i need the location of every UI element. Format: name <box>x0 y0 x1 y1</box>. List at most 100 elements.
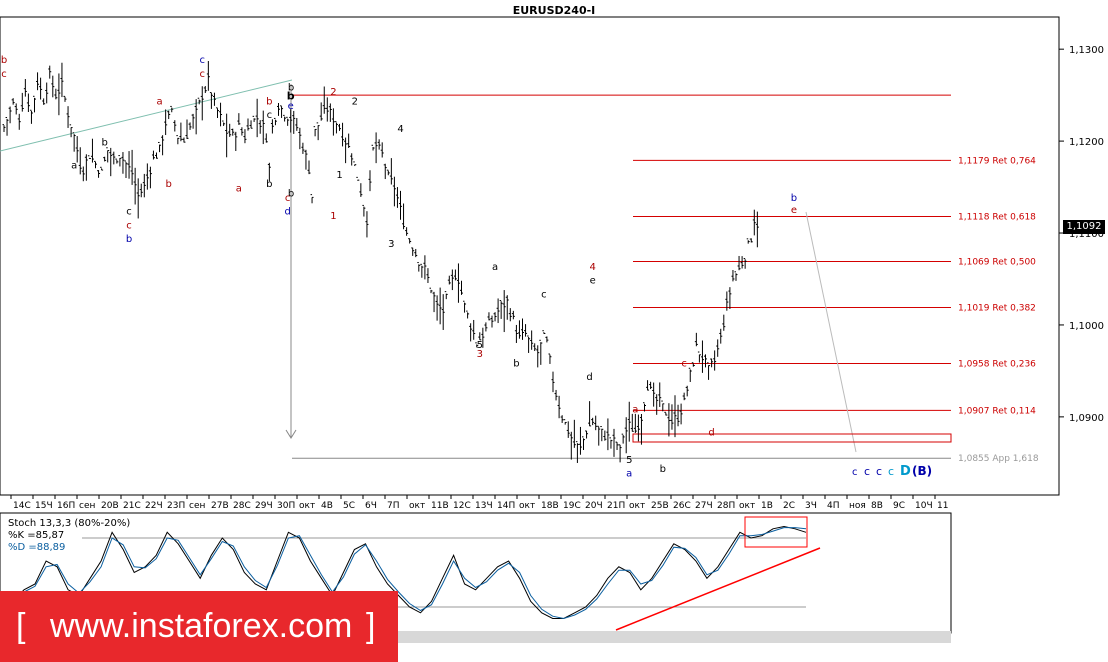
target-wave-label: c <box>864 465 870 478</box>
wave-label: e <box>791 205 797 216</box>
wave-label: b <box>1 55 7 66</box>
fib-level-label: 1,0907 Ret 0,114 <box>958 406 1036 416</box>
time-tick-label: 27В <box>211 501 229 511</box>
time-tick-label: 6Ч <box>365 501 377 511</box>
wave-label: b <box>166 179 172 190</box>
time-tick-label: 4П <box>827 501 840 511</box>
time-tick-label: 11 <box>937 501 948 511</box>
wave-label: b <box>266 96 272 107</box>
time-tick-label: 25В <box>651 501 669 511</box>
time-tick-label: 18В <box>541 501 559 511</box>
wave-label: 1 <box>336 170 342 181</box>
wave-label: 4 <box>589 262 595 273</box>
target-wave-label: c <box>852 467 858 478</box>
time-tick-label: 28П <box>717 501 735 511</box>
wave-label: d <box>708 427 714 438</box>
wave-label: e <box>288 101 294 112</box>
chart-title: EURUSD240-I <box>513 4 596 17</box>
wave-label: a <box>236 184 242 195</box>
price-tick-label: 1,1300 <box>1069 45 1104 56</box>
target-wave-label: D <box>900 464 911 479</box>
price-tick-label: 1,1000 <box>1069 321 1104 332</box>
time-tick-label: 8В <box>871 501 883 511</box>
fib-level-label: 1,1118 Ret 0,618 <box>958 212 1036 222</box>
wave-label: 3 <box>477 349 483 360</box>
target-wave-label: (B) <box>912 464 932 478</box>
time-tick-label: 11В <box>431 501 449 511</box>
time-tick-label: 3Ч <box>805 501 817 511</box>
wave-label: b <box>101 138 107 149</box>
wave-label: 3 <box>388 239 394 250</box>
fib-level-label: 1,1069 Ret 0,500 <box>958 258 1036 268</box>
time-tick-label: 21С <box>123 501 141 511</box>
wave-label: c <box>1 69 7 80</box>
wave-label: b <box>791 193 797 204</box>
time-tick-label: 10Ч <box>915 501 933 511</box>
wave-label: d <box>284 207 290 218</box>
wave-label: c <box>681 358 687 369</box>
time-tick-label: 4В <box>321 501 333 511</box>
time-tick-label: 26С <box>673 501 691 511</box>
banner-right-bracket: ] <box>366 607 376 645</box>
wave-label: c <box>126 220 132 231</box>
wave-label: c <box>267 110 273 121</box>
price-tick-label: 1,0900 <box>1069 413 1104 424</box>
price-tick-label: 1,1200 <box>1069 137 1104 148</box>
time-tick-label: окт <box>299 501 315 511</box>
fib-level-label: 1,0958 Ret 0,236 <box>958 360 1036 370</box>
time-tick-label: 20Ч <box>585 501 603 511</box>
wave-label: c <box>541 289 547 300</box>
wave-label: a <box>632 404 638 415</box>
wave-label: c <box>200 55 206 66</box>
chart-canvas: EURUSD240-I 1,1179 Ret 0,764 1,1118 Ret 0… <box>0 0 1108 662</box>
time-tick-label: 15Ч <box>35 501 53 511</box>
time-tick-label: 22Ч <box>145 501 163 511</box>
current-price-label: 1,1092 <box>1063 220 1105 234</box>
target-wave-label: c <box>888 465 894 478</box>
time-tick-label: 13Ч <box>475 501 493 511</box>
time-tick-label: 5С <box>343 501 355 511</box>
time-tick-label: окт <box>739 501 755 511</box>
wave-label: 4 <box>397 124 403 135</box>
time-tick-label: 7П <box>387 501 400 511</box>
time-tick-label: 27Ч <box>695 501 713 511</box>
time-tick-label: 9С <box>893 501 905 511</box>
time-tick-label: ноя <box>849 501 866 511</box>
fib-level-label: 1,0855 App 1,618 <box>958 454 1039 464</box>
wave-label: a <box>156 96 162 107</box>
wave-label: 2 <box>330 87 336 98</box>
time-tick-label: 12С <box>453 501 471 511</box>
time-tick-label: 1В <box>761 501 773 511</box>
time-tick-label: 21П <box>607 501 625 511</box>
stoch-d-value: %D =88,89 <box>8 542 65 553</box>
stoch-title: Stoch 13,3,3 (80%-20%) <box>8 518 130 529</box>
time-tick-label: окт <box>629 501 645 511</box>
target-wave-label: c <box>876 465 882 478</box>
time-tick-label: 29Ч <box>255 501 273 511</box>
time-tick-label: 28С <box>233 501 251 511</box>
wave-label: c <box>126 207 132 218</box>
time-tick-label: 19С <box>563 501 581 511</box>
wave-label: 5 <box>626 455 632 466</box>
wave-label: c <box>200 69 206 80</box>
fib-level-label: 1,1179 Ret 0,764 <box>958 156 1036 166</box>
fib-level-label: 1,1019 Ret 0,382 <box>958 303 1036 313</box>
time-tick-label: 2С <box>783 501 795 511</box>
time-tick-label: 14C <box>13 501 31 511</box>
wave-label: b <box>266 179 272 190</box>
time-tick-label: 30П <box>277 501 295 511</box>
time-tick-label: сен <box>79 501 95 511</box>
wave-label: a <box>71 161 77 172</box>
wave-label: e <box>590 276 596 287</box>
wave-label: 1 <box>330 211 336 222</box>
instaforex-banner[interactable]: [ www.instaforex.com ] <box>0 591 398 662</box>
wave-label: d <box>586 372 592 383</box>
chart-background <box>0 0 1108 662</box>
wave-label: c <box>285 193 291 204</box>
wave-label: b <box>660 464 666 475</box>
stoch-bottom-strip <box>398 631 951 643</box>
wave-label: a <box>626 469 632 480</box>
banner-url[interactable]: www.instaforex.com <box>50 591 352 662</box>
stoch-k-value: %K =85,87 <box>8 530 64 541</box>
time-tick-label: 16П <box>57 501 75 511</box>
